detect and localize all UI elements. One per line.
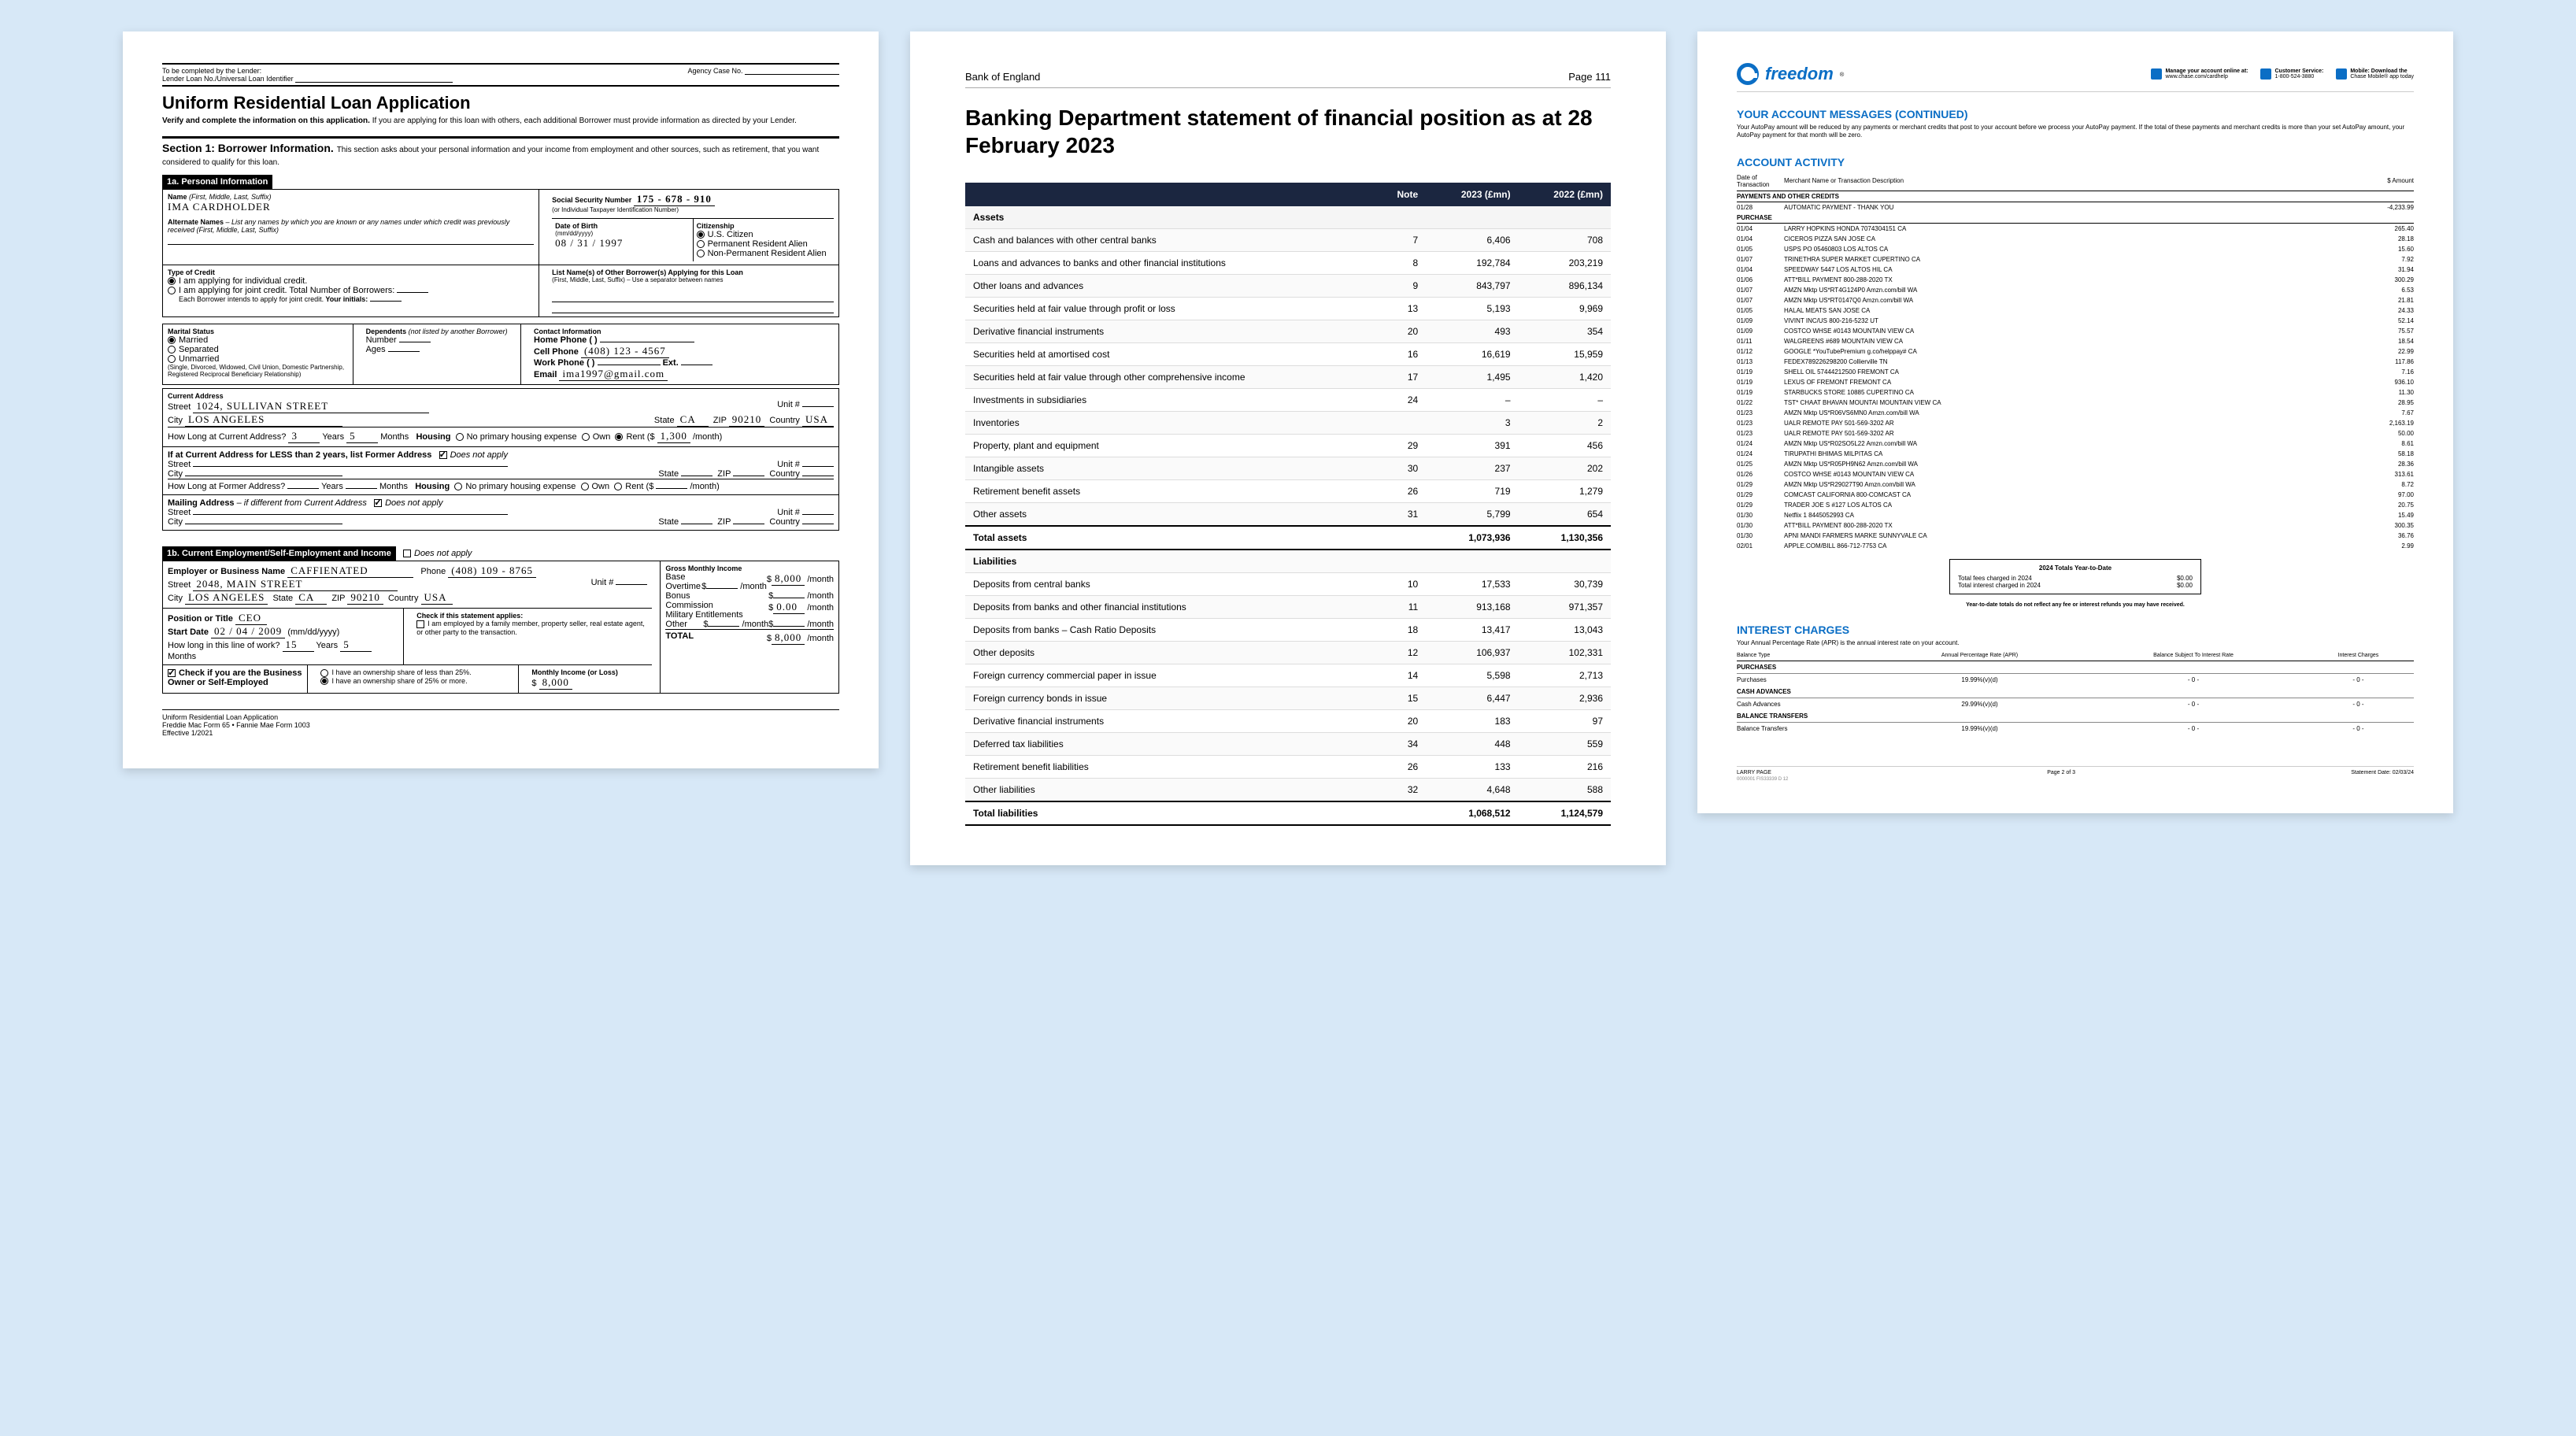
lender-topbar: To be completed by the Lender: Lender Lo…	[162, 63, 839, 87]
ytd-note: Year-to-date totals do not reflect any f…	[1737, 602, 2414, 608]
bank-statement-document: Bank of England Page 111 Banking Departm…	[910, 31, 1666, 865]
header-icon	[2151, 68, 2162, 80]
loan-no-label: Lender Loan No./Universal Loan Identifie…	[162, 75, 294, 83]
alt-names-label: Alternate Names – List any names by whic…	[168, 218, 534, 234]
statement-header: freedom® Manage your account online at:w…	[1737, 63, 2414, 92]
citizen-opt-perm: Permanent Resident Alien	[697, 239, 831, 249]
intro-text: Verify and complete the information on t…	[162, 117, 839, 125]
section1-title: Section 1: Borrower Information. This se…	[162, 136, 839, 167]
ssn-label: Social Security Number 175 - 678 - 910	[552, 193, 834, 206]
citizen-opt-us: U.S. Citizen	[697, 230, 831, 239]
rate-table: Balance TypeAnnual Percentage Rate (APR)…	[1737, 650, 2414, 735]
chase-logo: freedom®	[1737, 63, 1844, 85]
org-name: Bank of England	[965, 71, 1040, 83]
citizen-opt-nonperm: Non-Permanent Resident Alien	[697, 249, 831, 258]
activity-table: Date of Transaction Merchant Name or Tra…	[1737, 172, 2414, 551]
page-number: Page 111	[1568, 71, 1611, 83]
interest-title: INTEREST CHARGES	[1737, 624, 2414, 636]
doc2-title: Banking Department statement of financia…	[965, 104, 1611, 159]
activity-title: ACCOUNT ACTIVITY	[1737, 156, 2414, 168]
name-value: IMA CARDHOLDER	[168, 201, 534, 213]
statement-footer: LARRY PAGE Page 2 of 3 Statement Date: 0…	[1737, 766, 2414, 775]
bar-1a: 1a. Personal Information	[162, 175, 272, 189]
credit-card-statement: freedom® Manage your account online at:w…	[1697, 31, 2453, 813]
messages-body: Your AutoPay amount will be reduced by a…	[1737, 124, 2414, 140]
loan-application-document: To be completed by the Lender: Lender Lo…	[123, 31, 879, 768]
agency-blank	[745, 67, 839, 75]
lender-label: To be completed by the Lender:	[162, 67, 261, 75]
financial-table: Note2023 (£mn)2022 (£mn) AssetsCash and …	[965, 183, 1611, 826]
doc-title: Uniform Residential Loan Application	[162, 93, 839, 113]
ytd-totals-box: 2024 Totals Year-to-Date Total fees char…	[1949, 559, 2201, 594]
agency-label: Agency Case No.	[687, 67, 742, 75]
credit-joint: I am applying for joint credit. Total Nu…	[168, 286, 534, 295]
header-icon	[2336, 68, 2347, 80]
credit-individual: I am applying for individual credit.	[168, 276, 534, 286]
dob-value: 08 / 31 / 1997	[555, 237, 689, 250]
loan-no-blank	[295, 75, 453, 83]
bar-1b: 1b. Current Employment/Self-Employment a…	[162, 546, 396, 561]
header-icon	[2260, 68, 2271, 80]
doc1-footer: Uniform Residential Loan Application Fre…	[162, 709, 839, 737]
chase-logo-icon	[1737, 63, 1759, 85]
name-label: Name (First, Middle, Last, Suffix)	[168, 193, 534, 201]
messages-title: YOUR ACCOUNT MESSAGES (CONTINUED)	[1737, 108, 2414, 120]
